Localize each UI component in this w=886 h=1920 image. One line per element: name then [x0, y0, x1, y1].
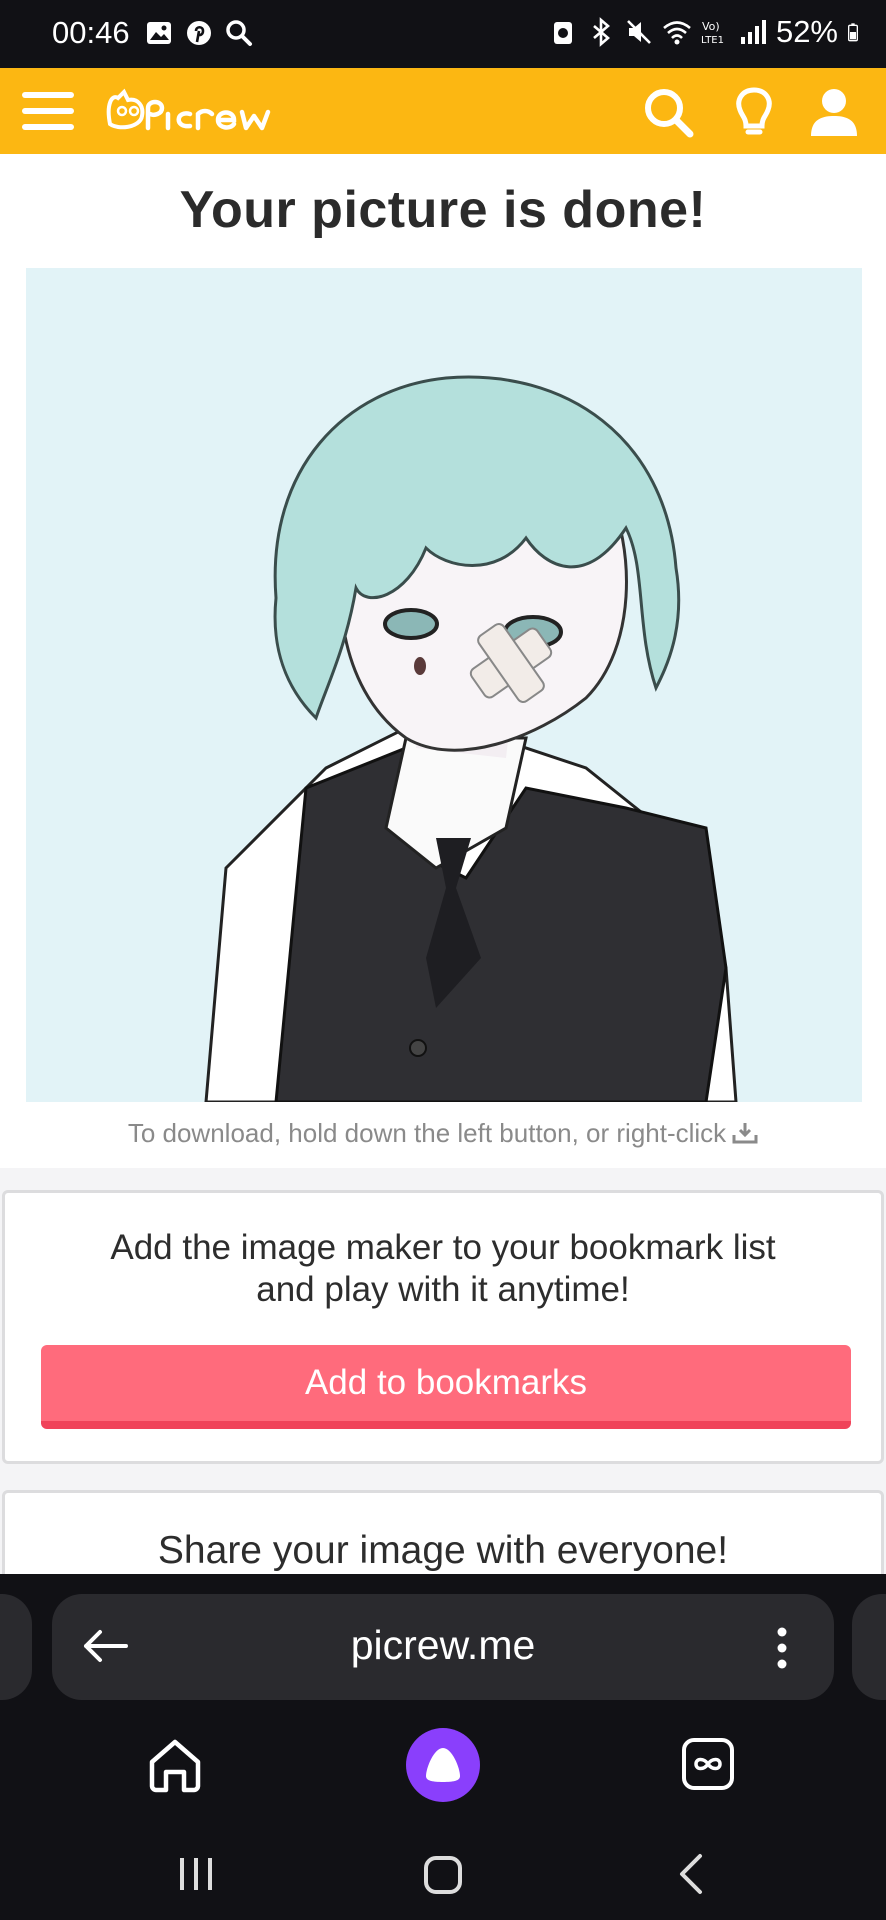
lightbulb-icon[interactable] [726, 84, 782, 140]
gallery-icon [147, 22, 171, 44]
result-panel: Your picture is done! To download, hold … [0, 154, 886, 1168]
svg-text:LTE1: LTE1 [701, 35, 724, 46]
share-heading: Share your image with everyone! [157, 1529, 729, 1572]
bookmark-card: Add the image maker to your bookmark lis… [2, 1190, 884, 1464]
status-notification-icons [144, 18, 254, 48]
svg-text:Vo): Vo) [702, 20, 720, 33]
alice-icon [426, 1748, 460, 1782]
back-icon[interactable] [676, 1852, 706, 1896]
vpn-icon [553, 22, 572, 44]
download-hint-text: To download, hold down the left button, … [127, 1118, 727, 1148]
browser-address-bar: picrew.me [0, 1574, 886, 1700]
add-to-bookmarks-button[interactable]: Add to bookmarks [41, 1345, 851, 1429]
picrew-logo[interactable] [104, 84, 282, 140]
url-text[interactable]: picrew.me [52, 1622, 834, 1669]
generated-avatar-image[interactable] [26, 268, 862, 1102]
download-icon [732, 1123, 758, 1144]
search-icon [226, 20, 252, 46]
status-system-icons: Vo) LTE1 52% [548, 14, 866, 50]
wifi-icon [663, 21, 691, 45]
pinterest-icon [187, 21, 211, 45]
bookmark-prompt: Add the image maker to your bookmark lis… [5, 1227, 881, 1311]
mute-icon [627, 20, 651, 44]
battery-icon [848, 23, 858, 42]
download-hint: To download, hold down the left button, … [0, 1118, 886, 1149]
recent-apps-icon[interactable] [176, 1854, 216, 1894]
next-tab-peek[interactable] [852, 1594, 886, 1700]
page-content: Your picture is done! To download, hold … [0, 154, 886, 1574]
page-title: Your picture is done! [179, 181, 707, 239]
more-icon[interactable] [772, 1624, 792, 1672]
previous-tab-peek[interactable] [0, 1594, 32, 1700]
url-bar[interactable]: picrew.me [52, 1594, 834, 1700]
battery-percentage: 52% [775, 14, 838, 49]
user-icon[interactable] [806, 84, 862, 140]
app-header [0, 68, 886, 154]
volte-icon: Vo) LTE1 [701, 20, 724, 46]
bluetooth-icon [593, 17, 610, 47]
menu-icon[interactable] [22, 88, 76, 134]
bookmark-prompt-line2: and play with it anytime! [256, 1270, 630, 1309]
system-nav-bar [0, 1830, 886, 1920]
share-card: Share your image with everyone! [2, 1490, 884, 1574]
home-icon[interactable] [146, 1736, 204, 1794]
status-bar: 00:46 Vo) LTE1 52% [0, 0, 886, 68]
bookmark-prompt-line1: Add the image maker to your bookmark lis… [110, 1228, 776, 1267]
search-icon[interactable] [640, 84, 696, 140]
home-button-icon[interactable] [422, 1854, 464, 1896]
browser-nav [0, 1700, 886, 1830]
signal-icon [740, 20, 766, 44]
alice-assistant-button[interactable] [406, 1728, 480, 1802]
status-time: 00:46 [52, 15, 130, 50]
tabs-icon[interactable] [680, 1736, 736, 1792]
